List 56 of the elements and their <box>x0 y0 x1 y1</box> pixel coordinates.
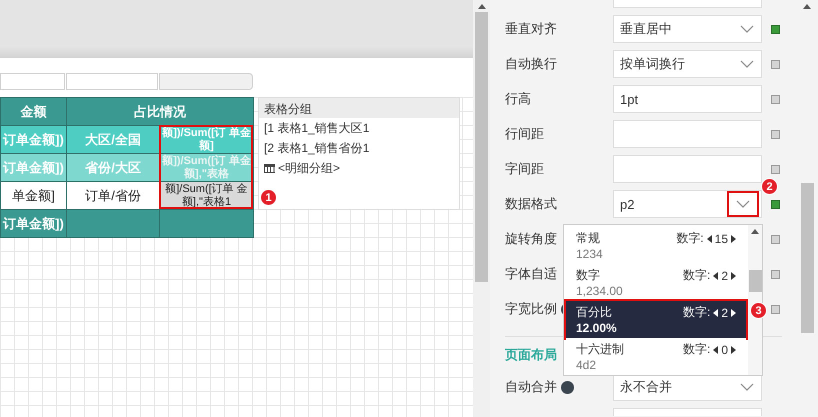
table-cell: 大区/全国 <box>66 126 160 154</box>
scrollbar[interactable] <box>748 225 762 375</box>
status-square[interactable] <box>771 24 780 34</box>
property-label: 垂直对齐 <box>505 20 557 38</box>
panel-title: 表格分组 <box>259 98 459 118</box>
step-badge: 3 <box>750 302 767 319</box>
property-label: 自动合并 <box>505 378 557 396</box>
input-field[interactable] <box>613 155 762 183</box>
status-square[interactable] <box>771 130 780 138</box>
step-badge: 2 <box>761 178 778 195</box>
scrollbar[interactable] <box>473 0 490 417</box>
group-item[interactable]: [1 表格1_销售大区1 <box>259 118 459 138</box>
status-square[interactable] <box>771 200 780 208</box>
input-field[interactable] <box>613 120 762 148</box>
table-cell: 订单/省份 <box>66 182 160 210</box>
section-title: 页面布局 <box>505 346 557 364</box>
property-label: 字宽比例 <box>505 300 557 318</box>
table-cell: 订单金额]) <box>0 126 66 154</box>
status-square[interactable] <box>771 270 780 278</box>
table-cell: 额])/Sum([订 单金额],"表格 <box>160 154 254 182</box>
select-value: 垂直居中 <box>620 20 672 38</box>
help-icon[interactable] <box>561 380 574 394</box>
header-cell: 占比情况 <box>66 98 254 126</box>
property-label: 数据格式 <box>505 195 557 213</box>
property-label: 行高 <box>505 90 531 108</box>
select-field[interactable]: 按单词换行 <box>613 50 762 78</box>
property-label: 字间距 <box>505 160 544 178</box>
status-square[interactable] <box>771 94 780 104</box>
input-field[interactable]: 1pt <box>613 85 762 113</box>
sheet-tab[interactable] <box>66 73 158 90</box>
table-cell: 省份/大区 <box>66 154 160 182</box>
input-field[interactable] <box>613 408 762 416</box>
table-cell: 单金额] <box>0 182 66 210</box>
property-label: 字体自适 <box>505 265 557 283</box>
property-label: 自动换行 <box>505 55 557 73</box>
group-item[interactable]: <明细分组> <box>259 158 459 178</box>
sheet-tab[interactable] <box>0 73 65 90</box>
property-label: 旋转角度 <box>505 230 557 248</box>
property-label: 行间距 <box>505 125 544 143</box>
status-square[interactable] <box>771 164 780 174</box>
status-square[interactable] <box>771 304 780 314</box>
select-field[interactable]: p2 <box>613 190 762 218</box>
input-field[interactable] <box>613 0 762 8</box>
select-value: p2 <box>620 196 634 212</box>
status-square[interactable] <box>771 234 780 244</box>
status-square[interactable] <box>771 60 780 68</box>
format-option[interactable]: 百分比 数字: 2 12.00% <box>566 301 746 338</box>
header-cell: 金额 <box>0 98 66 126</box>
sheet-tab[interactable] <box>159 73 253 90</box>
select-value: 永不合并 <box>620 378 672 396</box>
select-value: 按单词换行 <box>620 55 685 73</box>
grid-icon <box>264 164 275 172</box>
table-cell: 订单金额]) <box>0 210 66 238</box>
table-cell: 订单金额]) <box>0 154 66 182</box>
select-field[interactable]: 垂直居中 <box>613 15 762 43</box>
group-item[interactable]: [2 表格1_销售省份1 <box>259 138 459 158</box>
